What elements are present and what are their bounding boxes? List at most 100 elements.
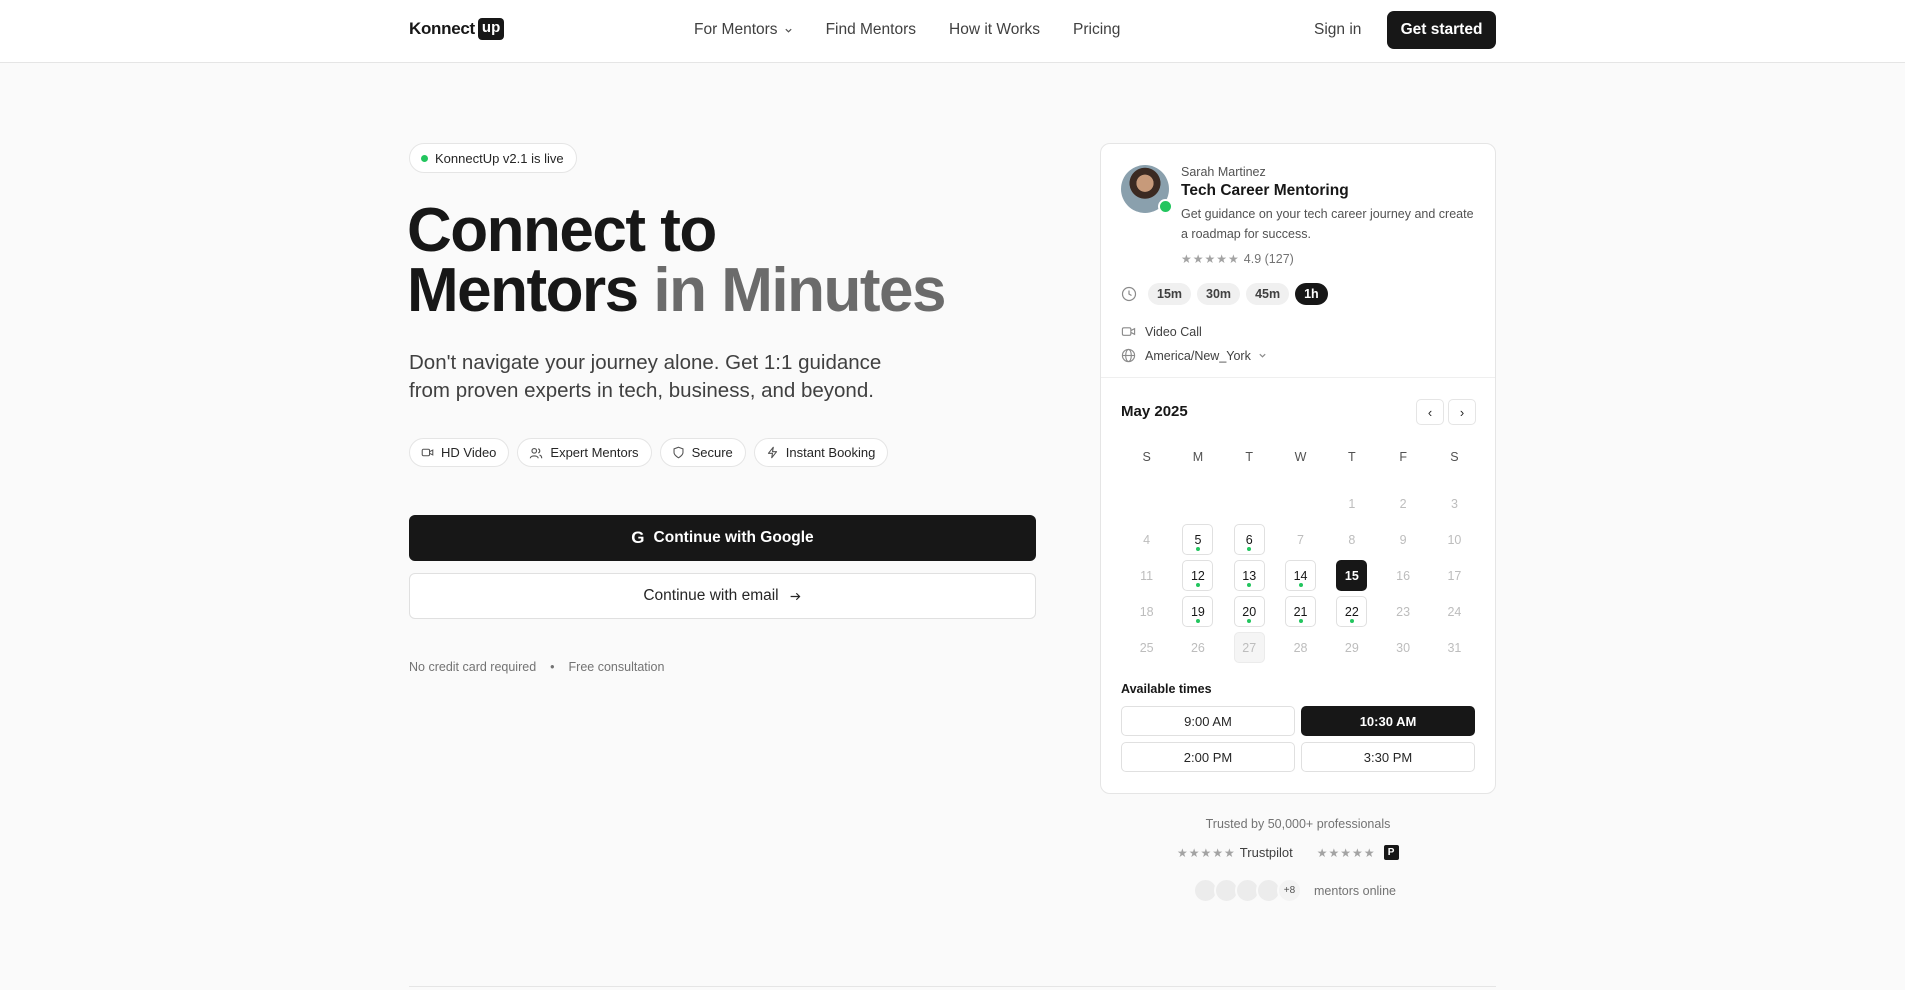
calendar-cell: 15	[1326, 558, 1377, 594]
calendar-day: 11	[1140, 568, 1154, 583]
session-title: Tech Career Mentoring	[1181, 182, 1349, 199]
feature-chip-label: HD Video	[441, 445, 497, 460]
duration-option[interactable]: 45m	[1246, 283, 1290, 305]
timezone-select[interactable]: America/New_York	[1121, 348, 1276, 363]
online-status-icon	[1158, 199, 1173, 214]
duration-option[interactable]: 15m	[1148, 283, 1192, 305]
time-slot-button[interactable]: 3:30 PM	[1301, 742, 1475, 772]
calendar-day-available[interactable]: 14	[1285, 560, 1317, 591]
calendar-day-available[interactable]: 12	[1182, 560, 1214, 591]
sign-in-link[interactable]: Sign in	[1314, 21, 1361, 39]
calendar-day: 23	[1396, 604, 1411, 619]
calendar-day: 31	[1447, 640, 1462, 655]
calendar-day: 25	[1139, 640, 1154, 655]
available-times-label: Available times	[1121, 682, 1212, 696]
feature-chips: HD Video Expert Mentors Secure Instant B…	[409, 438, 896, 467]
duration-option[interactable]: 1h	[1295, 283, 1328, 305]
calendar-day: 24	[1447, 604, 1462, 619]
weekday-label: M	[1192, 450, 1204, 464]
video-icon	[1121, 327, 1136, 336]
free-consultation-text: Free consultation	[568, 660, 665, 674]
google-icon: G	[631, 528, 645, 547]
feature-chip-label: Expert Mentors	[550, 445, 639, 460]
duration-option[interactable]: 30m	[1197, 283, 1241, 305]
shield-icon	[673, 446, 684, 459]
hero-title-line1: Connect to	[407, 196, 717, 265]
hero-title-in-minutes: in Minutes	[653, 256, 946, 325]
calendar-day-available[interactable]: 19	[1182, 596, 1214, 627]
logo-badge: up	[477, 18, 505, 40]
nav-for-mentors-label: For Mentors	[694, 21, 778, 38]
time-slot-button[interactable]: 9:00 AM	[1121, 706, 1295, 736]
nav-find-mentors[interactable]: Find Mentors	[826, 21, 916, 39]
rating-value: 4.9 (127)	[1243, 252, 1294, 266]
producthunt-stars-icon: ★★★★★	[1316, 845, 1376, 860]
rating-stars-icon: ★★★★★	[1181, 252, 1240, 266]
trustpilot-stars-icon: ★★★★★	[1177, 845, 1236, 860]
time-slot-button[interactable]: 10:30 AM	[1301, 706, 1475, 736]
arrow-right-icon	[790, 592, 801, 600]
trustpilot-label: Trustpilot	[1239, 845, 1293, 860]
time-slots: 9:00 AM 10:30 AM 2:00 PM 3:30 PM	[1121, 706, 1475, 772]
calendar-day-selected[interactable]: 15	[1336, 560, 1368, 591]
feature-chip-instant-booking: Instant Booking	[753, 438, 889, 467]
calendar-cell: 19	[1172, 594, 1223, 630]
meeting-type: Video Call	[1121, 324, 1202, 339]
timezone-value: America/New_York	[1145, 348, 1251, 363]
nav-how-it-works[interactable]: How it Works	[949, 21, 1040, 39]
nav-find-mentors-label: Find Mentors	[825, 21, 917, 38]
logo[interactable]: Konnect up	[409, 17, 505, 41]
next-month-button[interactable]: ›	[1448, 399, 1476, 425]
calendar-cell: 27	[1224, 630, 1275, 666]
calendar-day: 9	[1399, 532, 1407, 547]
calendar-day: 27	[1233, 632, 1265, 663]
weekday-label: S	[1450, 450, 1459, 464]
calendar-cell: 28	[1275, 630, 1326, 666]
release-badge: KonnectUp v2.1 is live	[409, 143, 577, 173]
calendar-cell: 3	[1429, 486, 1480, 522]
nav-for-mentors[interactable]: For Mentors	[694, 21, 793, 39]
calendar-day-available[interactable]: 20	[1233, 596, 1265, 627]
calendar-day: 1	[1348, 496, 1356, 511]
calendar-day-available[interactable]: 6	[1233, 524, 1265, 555]
top-nav-bar: Konnect up For Mentors Find Mentors How …	[0, 0, 1905, 63]
calendar-cell: 24	[1429, 594, 1480, 630]
calendar-cell: 23	[1377, 594, 1428, 630]
calendar-day: 3	[1450, 496, 1458, 511]
calendar-cell: 31	[1429, 630, 1480, 666]
calendar-cell: 6	[1224, 522, 1275, 558]
calendar-cell: 10	[1429, 522, 1480, 558]
calendar-day-available[interactable]: 5	[1182, 524, 1214, 555]
calendar-cell: 13	[1224, 558, 1275, 594]
feature-chip-hd-video: HD Video	[409, 438, 510, 467]
calendar-cell: 5	[1172, 522, 1223, 558]
calendar-day: 17	[1447, 568, 1462, 583]
review-badges: ★★★★★ Trustpilot ★★★★★ P	[1177, 845, 1399, 860]
continue-with-email-label: Continue with email	[643, 587, 779, 604]
weekday-label: T	[1348, 450, 1356, 464]
nav-pricing[interactable]: Pricing	[1073, 21, 1120, 39]
calendar-cell: 1	[1326, 486, 1377, 522]
chevron-down-icon	[784, 28, 792, 33]
logo-text: Konnect	[409, 19, 475, 38]
feature-chip-expert-mentors: Expert Mentors	[517, 438, 652, 467]
calendar-day-available[interactable]: 22	[1336, 596, 1368, 627]
time-slot-button[interactable]: 2:00 PM	[1121, 742, 1295, 772]
calendar-cell: 18	[1121, 594, 1172, 630]
get-started-button[interactable]: Get started	[1387, 11, 1496, 49]
calendar-cell: 16	[1377, 558, 1428, 594]
continue-with-email-button[interactable]: Continue with email	[409, 573, 1036, 619]
calendar-day-available[interactable]: 13	[1233, 560, 1265, 591]
calendar-day-available[interactable]: 21	[1285, 596, 1317, 627]
hero-subtitle: Don't navigate your journey alone. Get 1…	[409, 351, 882, 402]
empty-cell	[1121, 486, 1172, 522]
calendar-cell: 7	[1275, 522, 1326, 558]
prev-month-button[interactable]: ‹	[1416, 399, 1444, 425]
continue-with-google-button[interactable]: G Continue with Google	[409, 515, 1036, 561]
booking-card: Sarah Martinez Tech Career Mentoring Get…	[1100, 143, 1496, 794]
weekday-label: W	[1294, 450, 1307, 464]
calendar-cell: 4	[1121, 522, 1172, 558]
feature-chip-secure: Secure	[659, 438, 746, 467]
release-badge-text: KonnectUp v2.1 is live	[435, 150, 564, 166]
globe-icon	[1121, 348, 1136, 363]
